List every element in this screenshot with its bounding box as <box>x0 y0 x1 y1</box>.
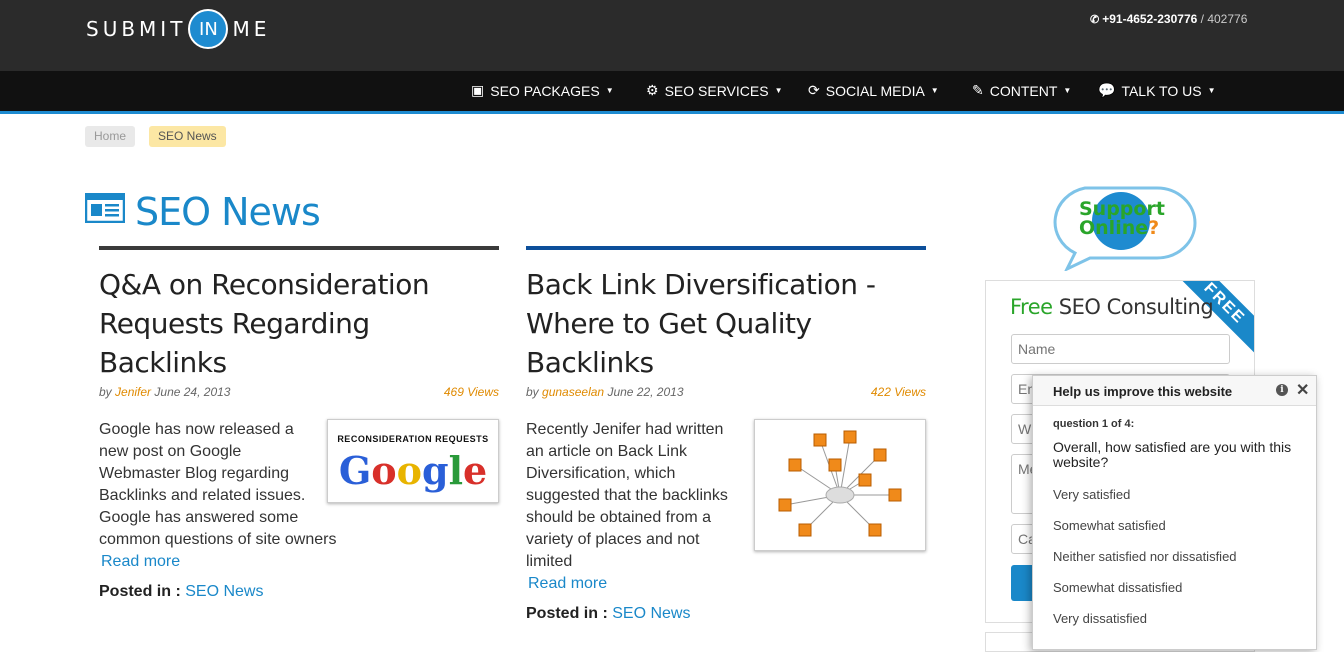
nav-label: TALK TO US <box>1121 82 1202 99</box>
consulting-label: SEO Consulting <box>1058 295 1214 319</box>
newspaper-icon <box>85 193 125 223</box>
nav-label: SOCIAL MEDIA <box>825 82 925 99</box>
article-body: Recently Jenifer had written an article … <box>526 419 926 595</box>
nav-seo-services[interactable]: ⚙ SEO SERVICES ▼ <box>646 82 783 99</box>
breadcrumb-current: SEO News <box>149 126 226 147</box>
nav-label: CONTENT <box>989 82 1058 99</box>
name-input[interactable] <box>1011 334 1230 364</box>
main-nav: ▣ SEO PACKAGES ▼ ⚙ SEO SERVICES ▼ ⟳ SOCI… <box>0 71 1344 114</box>
author-link[interactable]: Jenifer <box>115 385 151 399</box>
posted-label: Posted in : <box>99 583 181 600</box>
by-label: by <box>99 385 112 399</box>
survey-title: Help us improve this website <box>1053 384 1233 399</box>
consulting-heading: Free SEO Consulting <box>1010 295 1214 319</box>
thumb-caption: RECONSIDERATION REQUESTS <box>337 434 489 444</box>
category-link[interactable]: SEO News <box>185 583 263 600</box>
article-meta: by gunaseelan June 22, 2013 422 Views <box>526 385 926 401</box>
article-thumbnail[interactable] <box>754 419 926 551</box>
logo-circle: IN <box>188 9 229 49</box>
article-card: Q&A on Reconsideration Requests Regardin… <box>99 246 499 601</box>
caret-down-icon: ▼ <box>774 86 783 95</box>
logo-text-right: ME <box>232 17 271 41</box>
category-link[interactable]: SEO News <box>612 605 690 622</box>
survey-option[interactable]: Very dissatisfied <box>1053 611 1147 626</box>
package-icon: ▣ <box>471 82 485 98</box>
nav-seo-packages[interactable]: ▣ SEO PACKAGES ▼ <box>471 82 614 99</box>
nav-label: SEO PACKAGES <box>490 82 600 99</box>
breadcrumb-home[interactable]: Home <box>85 126 136 147</box>
caret-down-icon: ▼ <box>1207 86 1216 95</box>
caret-down-icon: ▼ <box>1063 86 1072 95</box>
article-card: Back Link Diversification - Where to Get… <box>526 246 926 623</box>
survey-option[interactable]: Neither satisfied nor dissatisfied <box>1053 549 1237 564</box>
by-label: by <box>526 385 539 399</box>
view-count: 469 Views <box>443 385 499 399</box>
search-gear-icon: ⚙ <box>646 82 659 98</box>
survey-option[interactable]: Somewhat satisfied <box>1053 518 1166 533</box>
title-line: Where to Get Quality Backlinks <box>526 307 812 379</box>
network-cubes-icon <box>778 430 902 537</box>
survey-option[interactable]: Somewhat dissatisfied <box>1053 580 1182 595</box>
read-more-link[interactable]: Read more <box>528 573 607 595</box>
caret-down-icon: ▼ <box>930 86 939 95</box>
free-label: Free <box>1010 295 1053 319</box>
nav-label: SEO SERVICES <box>664 82 769 99</box>
title-line: Q&A on Reconsideration <box>99 268 430 301</box>
phone-number: ✆ +91-4652-230776 / 402776 <box>1090 12 1247 26</box>
title-line: Requests Regarding Backlinks <box>99 307 370 379</box>
phone-ext: / 402776 <box>1200 12 1248 26</box>
logo-text-left: SUBMIT <box>86 17 187 41</box>
article-title[interactable]: Q&A on Reconsideration Requests Regardin… <box>99 265 499 382</box>
survey-header: Help us improve this website i ✕ <box>1033 376 1316 406</box>
read-more-link[interactable]: Read more <box>101 551 180 573</box>
article-meta: by Jenifer June 24, 2013 469 Views <box>99 385 499 401</box>
chat-icon: 💬 <box>1098 82 1116 98</box>
posted-in: Posted in : SEO News <box>99 583 499 601</box>
author-link[interactable]: gunaseelan <box>542 385 604 399</box>
caret-down-icon: ▼ <box>605 86 614 95</box>
survey-option[interactable]: Very satisfied <box>1053 487 1130 502</box>
article-excerpt: Google has now released a new post on Go… <box>99 421 337 548</box>
nav-talk-to-us[interactable]: 💬 TALK TO US ▼ <box>1098 82 1216 99</box>
close-icon[interactable]: ✕ <box>1296 380 1309 400</box>
phone-main: +91-4652-230776 <box>1102 12 1198 26</box>
article-date: June 22, 2013 <box>607 385 684 399</box>
pencil-icon: ✎ <box>972 82 984 98</box>
view-count: 422 Views <box>870 385 926 399</box>
info-icon[interactable]: i <box>1276 384 1288 396</box>
phone-icon: ✆ <box>1090 14 1100 26</box>
posted-label: Posted in : <box>526 605 608 622</box>
site-logo[interactable]: SUBMIT IN ME <box>86 9 270 49</box>
question-mark: ? <box>1148 217 1160 239</box>
google-logo: Google <box>338 448 488 493</box>
nav-content[interactable]: ✎ CONTENT ▼ <box>972 82 1071 99</box>
article-excerpt: Recently Jenifer had written an article … <box>526 421 728 570</box>
support-online-badge[interactable]: Support Online? <box>1045 185 1197 271</box>
article-accent-bar <box>99 246 499 250</box>
article-thumbnail[interactable]: RECONSIDERATION REQUESTS Google <box>327 419 499 503</box>
page-title: SEO News <box>135 190 321 234</box>
posted-in: Posted in : SEO News <box>526 605 926 623</box>
nav-social-media[interactable]: ⟳ SOCIAL MEDIA ▼ <box>808 82 939 99</box>
online-text: Online <box>1079 217 1149 239</box>
article-title[interactable]: Back Link Diversification - Where to Get… <box>526 265 926 382</box>
article-date: June 24, 2013 <box>154 385 231 399</box>
feedback-survey-popup: Help us improve this website i ✕ questio… <box>1032 375 1317 650</box>
top-header: SUBMIT IN ME ✆ +91-4652-230776 / 402776 <box>0 0 1344 71</box>
title-line: Back Link Diversification - <box>526 268 876 301</box>
article-body: RECONSIDERATION REQUESTS Google Google h… <box>99 419 499 573</box>
question-number: question 1 of 4: <box>1053 418 1135 430</box>
question-text: Overall, how satisfied are you with this… <box>1053 439 1292 470</box>
share-icon: ⟳ <box>808 82 820 98</box>
article-accent-bar <box>526 246 926 250</box>
